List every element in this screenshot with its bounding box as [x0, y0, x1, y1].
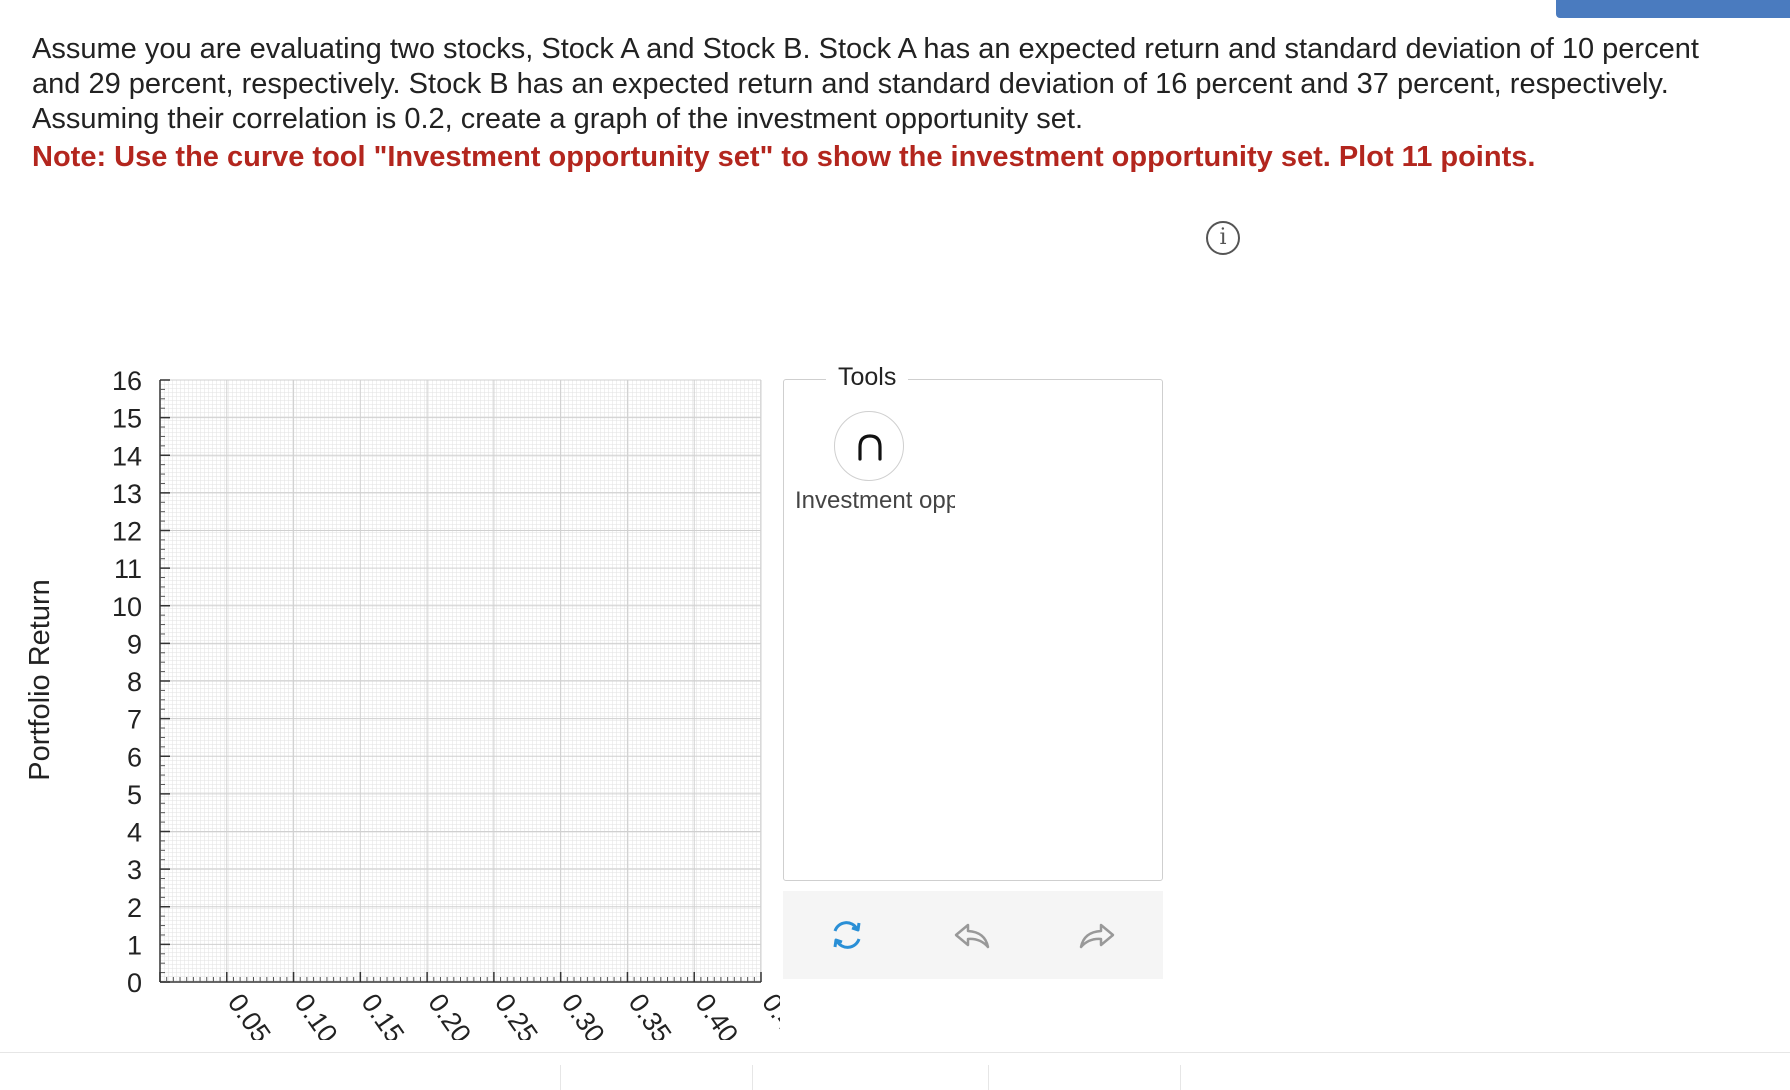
y-tick-label: 9: [127, 629, 142, 659]
investment-opportunity-set-tool[interactable]: [834, 411, 904, 481]
x-tick-label: 0.15: [355, 988, 410, 1040]
undo-icon: [954, 923, 990, 949]
y-tick-label: 5: [127, 780, 142, 810]
footer-tab-divider: [988, 1065, 989, 1090]
y-tick-label: 16: [112, 366, 142, 396]
action-bar: [783, 891, 1163, 979]
y-tick-label: 13: [112, 479, 142, 509]
y-tick-label: 15: [112, 404, 142, 434]
y-tick-label: 3: [127, 855, 142, 885]
y-tick-label: 7: [127, 705, 142, 735]
tool-label-investment-opportunity-set[interactable]: Investment opportunity set: [795, 485, 955, 517]
x-tick-label: 0.45: [756, 988, 780, 1040]
reset-button[interactable]: [823, 911, 871, 959]
curve-icon: [858, 434, 882, 461]
footer-tab-divider: [1180, 1065, 1181, 1090]
info-icon[interactable]: i: [1206, 221, 1240, 255]
x-tick-label: 0.25: [489, 988, 544, 1040]
y-tick-label: 1: [127, 930, 142, 960]
redo-button[interactable]: [1073, 911, 1121, 959]
y-tick-label: 14: [112, 441, 142, 471]
x-tick-label: 0.40: [689, 988, 744, 1040]
x-tick-label: 0.20: [422, 988, 477, 1040]
reset-icon: [833, 921, 861, 949]
y-tick-label: 2: [127, 893, 142, 923]
redo-icon: [1079, 923, 1115, 949]
x-tick-label: 0.05: [222, 988, 277, 1040]
x-tick-label: 0.35: [623, 988, 678, 1040]
graph-canvas[interactable]: 012345678910111213141516 0.05 0.10 0.15 0.2…: [0, 0, 780, 1040]
x-tick-label: 0.30: [556, 988, 611, 1040]
footer-divider: [0, 1052, 1790, 1053]
y-tick-label: 4: [127, 818, 142, 848]
y-tick-label: 0: [127, 968, 142, 998]
footer-tab-divider: [752, 1065, 753, 1090]
y-tick-label: 10: [112, 592, 142, 622]
y-tick-label: 6: [127, 742, 142, 772]
footer-tab-divider: [560, 1065, 561, 1090]
top-tab-button[interactable]: [1556, 0, 1790, 18]
y-tick-label: 12: [112, 517, 142, 547]
y-tick-label: 8: [127, 667, 142, 697]
undo-button[interactable]: [948, 911, 996, 959]
tools-title: Tools: [826, 362, 909, 392]
x-tick-label: 0.10: [289, 988, 344, 1040]
y-tick-label: 11: [114, 554, 142, 584]
